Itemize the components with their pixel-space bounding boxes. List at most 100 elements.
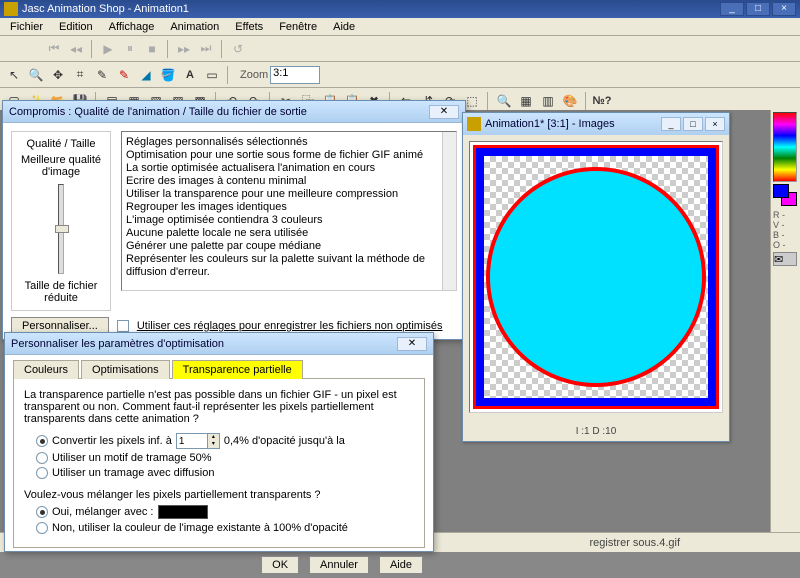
rgb-readout: R - V - B - O - — [773, 210, 798, 250]
child-icon — [467, 117, 481, 131]
frames-icon[interactable]: ▥ — [538, 91, 558, 111]
stop-button[interactable]: ■ — [142, 39, 162, 59]
dialog-close-icon[interactable]: ✕ — [397, 337, 427, 351]
dialog-customize-optimization: Personnaliser les paramètres d'optimisat… — [4, 332, 434, 552]
zoom-label: Zoom — [240, 69, 268, 81]
save-settings-label: Utiliser ces réglages pour enregistrer l… — [137, 320, 443, 332]
dialog-title: Compromis : Qualité de l'animation / Tai… — [9, 106, 425, 118]
maximize-button[interactable]: □ — [746, 2, 770, 16]
save-settings-checkbox[interactable] — [117, 320, 129, 332]
menu-animation[interactable]: Animation — [162, 19, 227, 35]
minimize-button[interactable]: _ — [720, 2, 744, 16]
help-icon[interactable]: №? — [592, 91, 612, 111]
app-title: Jasc Animation Shop - Animation1 — [22, 3, 720, 15]
pct-label: 0,4% d'opacité jusqu'à la — [224, 435, 345, 447]
eyedropper-icon[interactable]: ✎ — [92, 65, 112, 85]
spin-up[interactable]: ▴ — [207, 434, 219, 441]
fill-icon[interactable]: 🪣 — [158, 65, 178, 85]
menu-aide[interactable]: Aide — [325, 19, 363, 35]
child-close-button[interactable]: × — [705, 117, 725, 131]
radio-convert-pixels[interactable] — [36, 435, 48, 447]
radio-pattern-dither[interactable] — [36, 452, 48, 464]
zoom-tool-icon[interactable]: 🔍 — [26, 65, 46, 85]
text-tool-icon[interactable]: A — [180, 65, 200, 85]
list-item: Représenter les couleurs sur la palette … — [126, 253, 452, 279]
prev-frame-button[interactable]: ◂◂ — [66, 39, 86, 59]
fg-bg-swatch[interactable] — [773, 184, 797, 206]
menu-fenetre[interactable]: Fenêtre — [271, 19, 325, 35]
tab-optimizations[interactable]: Optimisations — [81, 360, 170, 379]
pause-button[interactable]: ⏸ — [120, 39, 140, 59]
quality-slider-group: Qualité / Taille Meilleure qualité d'ima… — [11, 131, 111, 311]
radio-noblend-label: Non, utiliser la couleur de l'image exis… — [52, 522, 348, 534]
child-minimize-button[interactable]: _ — [661, 117, 681, 131]
next-frame-button[interactable]: ▸▸ — [174, 39, 194, 59]
zoom-in-icon[interactable]: 🔍 — [494, 91, 514, 111]
canvas[interactable] — [469, 141, 723, 413]
app-icon — [4, 2, 18, 16]
radio-blend-no[interactable] — [36, 522, 48, 534]
cancel-button[interactable]: Annuler — [309, 556, 369, 574]
settings-list: Réglages personnalisés sélectionnés Opti… — [121, 131, 457, 291]
list-scrollbar[interactable] — [442, 132, 456, 290]
close-button[interactable]: × — [772, 2, 796, 16]
blend-question: Voulez-vous mélanger les pixels partiell… — [24, 489, 414, 501]
move-tool-icon[interactable]: ✥ — [48, 65, 68, 85]
toolbar-tools: ↖ 🔍 ✥ ⌗ ✎ ✎ ◢ 🪣 A ▭ Zoom 3:1 — [0, 62, 800, 88]
grid-icon[interactable]: ▦ — [516, 91, 536, 111]
color-ramp[interactable] — [773, 112, 797, 182]
dialog-close-icon[interactable]: ✕ — [429, 105, 459, 119]
list-item: L'image optimisée contiendra 3 couleurs — [126, 214, 452, 227]
list-item: Générer une palette par coupe médiane — [126, 240, 452, 253]
radio-diffusion-dither[interactable] — [36, 467, 48, 479]
fg-color[interactable] — [773, 184, 789, 198]
frame-info: I :1 D :10 — [463, 426, 729, 437]
radio-convert-label: Convertir les pixels inf. à — [52, 435, 172, 447]
list-item: Utiliser la transparence pour une meille… — [126, 188, 452, 201]
child-title: Animation1* [3:1] - Images — [485, 118, 659, 130]
spin-down[interactable]: ▾ — [207, 441, 219, 448]
help-button[interactable]: Aide — [379, 556, 423, 574]
shape-tool-icon[interactable]: ▭ — [202, 65, 222, 85]
dialog-title: Personnaliser les paramètres d'optimisat… — [11, 338, 393, 350]
radio-blend-label: Oui, mélanger avec : — [52, 506, 154, 518]
menu-affichage[interactable]: Affichage — [101, 19, 163, 35]
color-palette: R - V - B - O - ✉ — [770, 110, 800, 552]
zoom-select[interactable]: 3:1 — [270, 66, 320, 84]
list-item: Aucune palette locale ne sera utilisée — [126, 227, 452, 240]
eraser-icon[interactable]: ◢ — [136, 65, 156, 85]
best-quality-label: Meilleure qualité d'image — [16, 154, 106, 178]
child-maximize-button[interactable]: □ — [683, 117, 703, 131]
blend-color-swatch[interactable] — [158, 505, 208, 519]
tab-colors[interactable]: Couleurs — [13, 360, 79, 379]
app-titlebar: Jasc Animation Shop - Animation1 _ □ × — [0, 0, 800, 18]
quality-size-label: Qualité / Taille — [27, 138, 96, 150]
ok-button[interactable]: OK — [261, 556, 299, 574]
first-frame-button[interactable]: ⏮ — [44, 39, 64, 59]
menu-edition[interactable]: Edition — [51, 19, 101, 35]
list-item: Ecrire des images à contenu minimal — [126, 175, 452, 188]
quality-slider[interactable] — [58, 184, 64, 274]
status-filename: registrer sous.4.gif — [590, 537, 680, 549]
menubar: Fichier Edition Affichage Animation Effe… — [0, 18, 800, 36]
last-frame-button[interactable]: ⏭ — [196, 39, 216, 59]
list-item: Optimisation pour une sortie sous forme … — [126, 149, 452, 162]
palette-icon[interactable]: 🎨 — [560, 91, 580, 111]
play-button[interactable]: ▶ — [98, 39, 118, 59]
radio-pattern-label: Utiliser un motif de tramage 50% — [52, 452, 212, 464]
mail-icon[interactable]: ✉ — [773, 252, 797, 266]
list-item: Réglages personnalisés sélectionnés — [126, 136, 452, 149]
crop-tool-icon[interactable]: ⌗ — [70, 65, 90, 85]
loop-button[interactable]: ↺ — [228, 39, 248, 59]
spinner-input[interactable] — [177, 434, 207, 448]
brush-icon[interactable]: ✎ — [114, 65, 134, 85]
radio-blend-yes[interactable] — [36, 506, 48, 518]
opacity-threshold-spinner[interactable]: ▴▾ — [176, 433, 220, 449]
radio-diffusion-label: Utiliser un tramage avec diffusion — [52, 467, 214, 479]
menu-fichier[interactable]: Fichier — [2, 19, 51, 35]
circle-shape — [486, 167, 706, 387]
tab-partial-transparency[interactable]: Transparence partielle — [172, 360, 303, 379]
arrow-tool-icon[interactable]: ↖ — [4, 65, 24, 85]
menu-effets[interactable]: Effets — [227, 19, 271, 35]
animation-child-window: Animation1* [3:1] - Images _ □ × I :1 D … — [462, 112, 730, 442]
